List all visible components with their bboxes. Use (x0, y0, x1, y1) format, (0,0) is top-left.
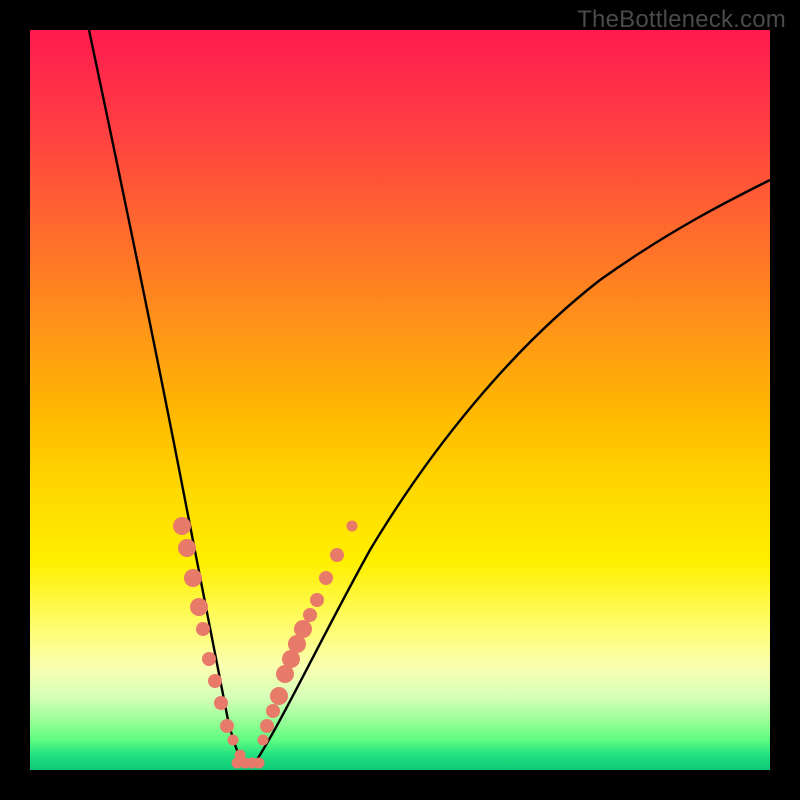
data-point (254, 758, 265, 769)
data-points (173, 517, 358, 769)
data-point (260, 719, 274, 733)
data-point (294, 620, 312, 638)
data-point (303, 608, 317, 622)
data-point (266, 704, 280, 718)
data-point (202, 652, 216, 666)
chart-svg (30, 30, 770, 770)
data-point (258, 735, 269, 746)
left-curve (89, 30, 246, 767)
data-point (178, 539, 196, 557)
data-point (190, 598, 208, 616)
data-point (184, 569, 202, 587)
watermark-text: TheBottleneck.com (577, 6, 786, 34)
data-point (228, 735, 239, 746)
chart-frame (30, 30, 770, 770)
data-point (220, 719, 234, 733)
data-point (310, 593, 324, 607)
data-point (330, 548, 344, 562)
data-point (208, 674, 222, 688)
data-point (173, 517, 191, 535)
data-point (319, 571, 333, 585)
data-point (214, 696, 228, 710)
right-curve (252, 180, 770, 767)
data-point (270, 687, 288, 705)
data-point (196, 622, 210, 636)
data-point (347, 521, 358, 532)
